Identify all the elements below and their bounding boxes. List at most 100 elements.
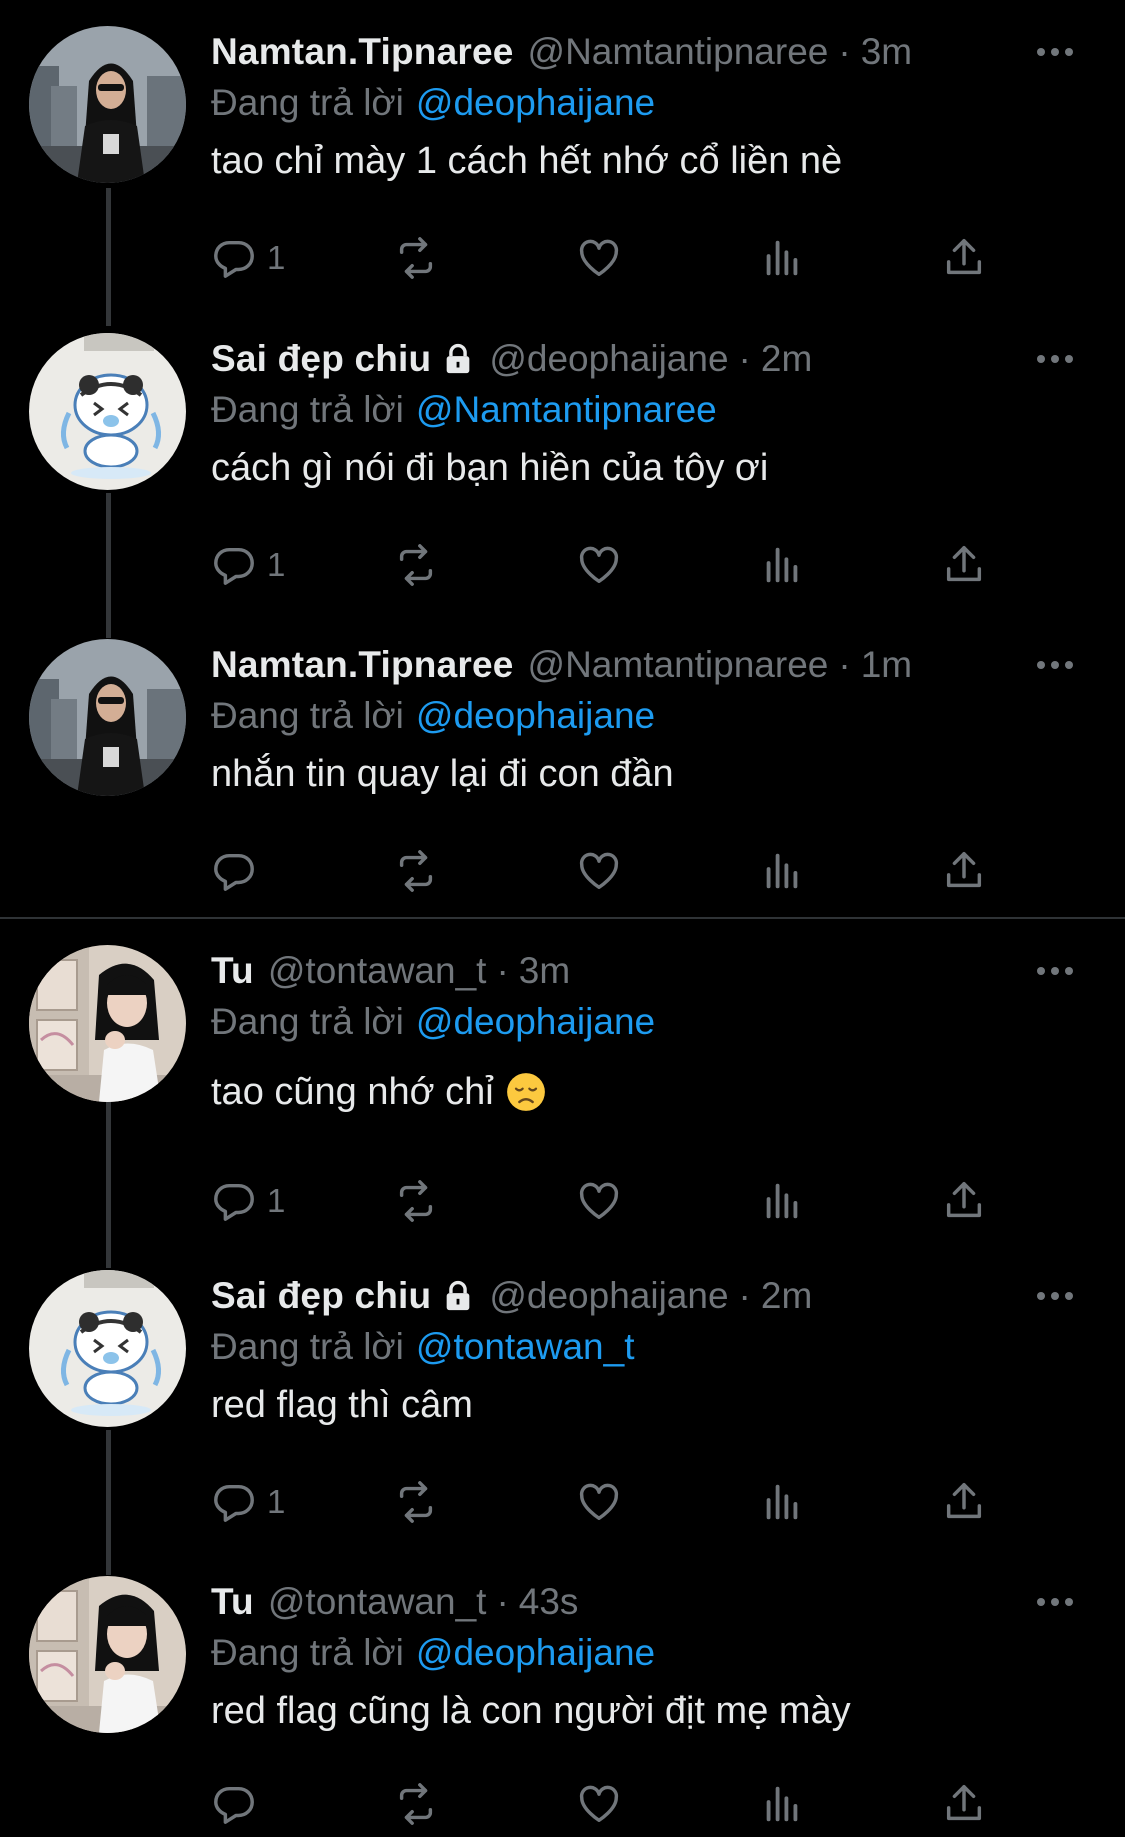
replying-to-handle[interactable]: @deophaijane — [416, 82, 655, 124]
tweet-text: cách gì nói đi bạn hiền của tôy ơi — [211, 446, 769, 489]
display-name[interactable]: Sai đẹp chiu — [211, 1275, 431, 1317]
user-handle[interactable]: @Namtantipnaree — [528, 31, 829, 73]
replying-to-handle[interactable]: @tontawan_t — [416, 1326, 635, 1368]
reply-button[interactable] — [211, 843, 267, 899]
display-name[interactable]: Tu — [211, 1581, 254, 1623]
heart-icon — [579, 546, 619, 584]
analytics-icon — [766, 1484, 798, 1520]
reply-button[interactable]: 1 — [211, 230, 285, 286]
more-options-icon[interactable] — [1025, 333, 1085, 385]
analytics-icon — [766, 240, 798, 276]
girl-portrait-avatar — [29, 1576, 186, 1733]
replying-to-handle[interactable]: @Namtantipnaree — [416, 389, 717, 431]
share-button[interactable] — [941, 1776, 987, 1832]
reply-icon — [214, 1183, 254, 1221]
like-button[interactable] — [576, 843, 622, 899]
retweet-icon — [399, 1783, 433, 1825]
retweet-button[interactable] — [393, 1776, 439, 1832]
analytics-icon — [766, 547, 798, 583]
user-handle[interactable]: @deophaijane — [489, 338, 728, 380]
share-icon — [946, 852, 982, 888]
retweet-button[interactable] — [393, 843, 439, 899]
tweet-text: red flag thì câm — [211, 1383, 473, 1426]
timestamp[interactable]: 43s — [519, 1581, 579, 1623]
more-options-icon[interactable] — [1025, 639, 1085, 691]
more-options-icon[interactable] — [1025, 1270, 1085, 1322]
retweet-button[interactable] — [393, 1173, 439, 1229]
more-options-icon[interactable] — [1025, 945, 1085, 997]
more-options-icon[interactable] — [1025, 1576, 1085, 1628]
reply-button[interactable]: 1 — [211, 537, 285, 593]
reply-button[interactable]: 1 — [211, 1474, 285, 1530]
user-handle[interactable]: @tontawan_t — [268, 950, 487, 992]
separator-dot: · — [496, 1581, 509, 1622]
like-button[interactable] — [576, 1776, 622, 1832]
avatar[interactable] — [29, 1576, 186, 1733]
tweet-actions — [211, 843, 1001, 899]
timestamp[interactable]: 1m — [861, 644, 912, 686]
tweet-text: nhắn tin quay lại đi con đần — [211, 752, 674, 795]
thread-connector — [106, 1100, 111, 1268]
thread-connector — [106, 493, 111, 638]
reply-button[interactable] — [211, 1776, 267, 1832]
user-handle[interactable]: @tontawan_t — [268, 1581, 487, 1623]
timestamp[interactable]: 2m — [761, 1275, 812, 1317]
display-name[interactable]: Sai đẹp chiu — [211, 338, 431, 380]
share-button[interactable] — [941, 1474, 987, 1530]
like-button[interactable] — [576, 1474, 622, 1530]
retweet-button[interactable] — [393, 1474, 439, 1530]
avatar[interactable] — [29, 639, 186, 796]
share-button[interactable] — [941, 1173, 987, 1229]
reply-button[interactable]: 1 — [211, 1173, 285, 1229]
display-name[interactable]: Namtan.Tipnaree — [211, 31, 514, 73]
more-options-icon[interactable] — [1025, 26, 1085, 78]
analytics-button[interactable] — [759, 1776, 805, 1832]
tweet-actions: 1 — [211, 537, 1001, 593]
analytics-button[interactable] — [759, 1474, 805, 1530]
tweet-actions — [211, 1776, 1001, 1832]
avatar[interactable] — [29, 945, 186, 1102]
display-name[interactable]: Namtan.Tipnaree — [211, 644, 514, 686]
share-button[interactable] — [941, 537, 987, 593]
crying-cartoon-avatar — [29, 1270, 186, 1427]
like-button[interactable] — [576, 230, 622, 286]
replying-to-label: Đang trả lời — [211, 82, 404, 123]
retweet-icon — [399, 237, 433, 279]
retweet-button[interactable] — [393, 537, 439, 593]
retweet-button[interactable] — [393, 230, 439, 286]
analytics-button[interactable] — [759, 537, 805, 593]
separator-dot: · — [838, 644, 851, 685]
heart-icon — [579, 1483, 619, 1521]
share-button[interactable] — [941, 230, 987, 286]
analytics-button[interactable] — [759, 843, 805, 899]
avatar[interactable] — [29, 333, 186, 490]
replying-to-handle[interactable]: @deophaijane — [416, 1001, 655, 1043]
tweet-text: tao chỉ mày 1 cách hết nhớ cổ liền nè — [211, 139, 843, 182]
thread-connector — [106, 1430, 111, 1575]
reply-icon — [214, 240, 254, 278]
avatar[interactable] — [29, 26, 186, 183]
reply-icon — [214, 1484, 254, 1522]
user-handle[interactable]: @deophaijane — [489, 1275, 728, 1317]
replying-to-label: Đang trả lời — [211, 1632, 404, 1673]
replying-to-handle[interactable]: @deophaijane — [416, 695, 655, 737]
like-button[interactable] — [576, 537, 622, 593]
user-handle[interactable]: @Namtantipnaree — [528, 644, 829, 686]
analytics-button[interactable] — [759, 230, 805, 286]
timestamp[interactable]: 3m — [861, 31, 912, 73]
girl-portrait-avatar — [29, 945, 186, 1102]
timestamp[interactable]: 3m — [519, 950, 570, 992]
reply-icon — [214, 1786, 254, 1824]
replying-to-label: Đang trả lời — [211, 1001, 404, 1042]
lock-icon — [447, 343, 470, 374]
display-name[interactable]: Tu — [211, 950, 254, 992]
timestamp[interactable]: 2m — [761, 338, 812, 380]
like-button[interactable] — [576, 1173, 622, 1229]
avatar[interactable] — [29, 1270, 186, 1427]
replying-to-handle[interactable]: @deophaijane — [416, 1632, 655, 1674]
tweet-actions: 1 — [211, 1173, 1001, 1229]
share-button[interactable] — [941, 843, 987, 899]
analytics-button[interactable] — [759, 1173, 805, 1229]
separator-dot: · — [496, 950, 509, 991]
heart-icon — [579, 1182, 619, 1220]
